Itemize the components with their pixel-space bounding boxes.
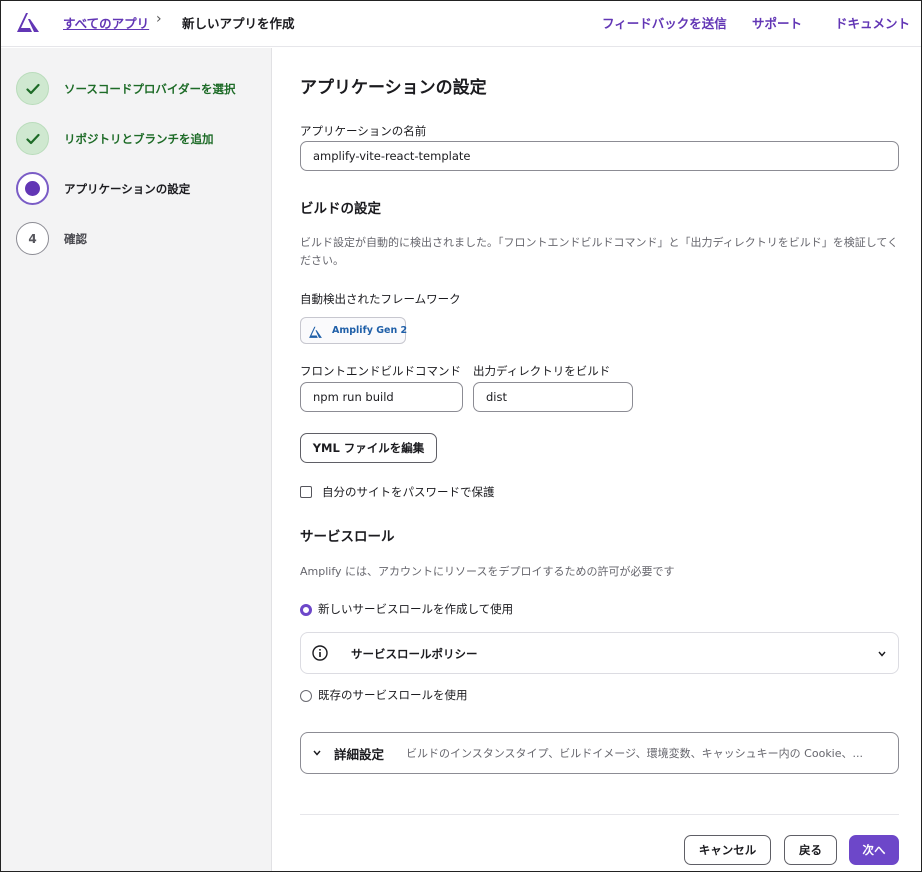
cancel-button[interactable]: キャンセル bbox=[684, 835, 771, 865]
service-role-policy-title: サービスロールポリシー bbox=[351, 647, 478, 661]
support-link[interactable]: サポート bbox=[752, 13, 802, 32]
check-icon bbox=[16, 122, 49, 155]
page-title: アプリケーションの設定 bbox=[300, 78, 487, 98]
feedback-link[interactable]: フィードバックを送信 bbox=[602, 13, 727, 32]
step-number: 4 bbox=[16, 222, 49, 255]
step-label: 確認 bbox=[64, 232, 87, 246]
frontend-command-label: フロントエンドビルドコマンド bbox=[300, 364, 461, 378]
next-button[interactable]: 次へ bbox=[849, 835, 899, 865]
breadcrumb-all-apps[interactable]: すべてのアプリ bbox=[63, 13, 149, 32]
back-button[interactable]: 戻る bbox=[784, 835, 837, 865]
advanced-settings-description: ビルドのインスタンスタイプ、ビルドイメージ、環境変数、キャッシュキー内の Coo… bbox=[406, 747, 863, 760]
frontend-command-input[interactable] bbox=[300, 382, 463, 412]
app-name-label: アプリケーションの名前 bbox=[300, 124, 427, 138]
advanced-settings-expander[interactable]: 詳細設定 ビルドのインスタンスタイプ、ビルドイメージ、環境変数、キャッシュキー内… bbox=[300, 732, 899, 774]
footer-divider bbox=[300, 814, 899, 815]
service-role-title: サービスロール bbox=[300, 529, 395, 545]
service-role-description: Amplify には、アカウントにリソースをデプロイするための許可が必要です bbox=[300, 565, 675, 578]
password-protect-label: 自分のサイトをパスワードで保護 bbox=[322, 485, 495, 499]
wizard-steps-sidebar: ソースコードプロバイダーを選択 リポジトリとブランチを追加 アプリケーションの設… bbox=[1, 48, 272, 871]
chevron-down-icon bbox=[313, 750, 321, 756]
step-source-provider[interactable]: ソースコードプロバイダーを選択 bbox=[16, 72, 266, 106]
edit-yml-button[interactable]: YML ファイルを編集 bbox=[300, 433, 437, 463]
current-step-icon bbox=[16, 172, 49, 205]
main-content: アプリケーションの設定 アプリケーションの名前 ビルドの設定 ビルド設定が自動的… bbox=[273, 48, 921, 871]
framework-label: 自動検出されたフレームワーク bbox=[300, 292, 461, 306]
app-name-input[interactable] bbox=[300, 141, 899, 171]
output-directory-label: 出力ディレクトリをビルド bbox=[473, 364, 611, 378]
step-label: アプリケーションの設定 bbox=[64, 182, 191, 196]
top-header: すべてのアプリ › 新しいアプリを作成 フィードバックを送信 サポート ドキュメ… bbox=[1, 1, 921, 47]
new-service-role-label: 新しいサービスロールを作成して使用 bbox=[318, 602, 514, 616]
amplify-logo-icon[interactable] bbox=[15, 10, 41, 34]
step-app-settings: アプリケーションの設定 bbox=[16, 172, 266, 206]
check-icon bbox=[16, 72, 49, 105]
step-label: リポジトリとブランチを追加 bbox=[64, 132, 214, 146]
step-label: ソースコードプロバイダーを選択 bbox=[64, 82, 236, 96]
breadcrumb-chevron-icon: › bbox=[156, 11, 162, 27]
output-directory-input[interactable] bbox=[473, 382, 633, 412]
breadcrumb-current: 新しいアプリを作成 bbox=[182, 16, 295, 31]
amplify-logo-icon bbox=[309, 326, 322, 338]
new-service-role-radio[interactable] bbox=[300, 604, 312, 616]
framework-name: Amplify Gen 2 bbox=[332, 325, 408, 336]
password-protect-checkbox[interactable] bbox=[300, 486, 312, 498]
framework-badge: Amplify Gen 2 bbox=[300, 317, 408, 344]
step-review: 4 確認 bbox=[16, 222, 266, 256]
build-settings-description: ビルド設定が自動的に検出されました。「フロントエンドビルドコマンド」と「出力ディ… bbox=[300, 236, 899, 267]
existing-service-role-label: 既存のサービスロールを使用 bbox=[318, 688, 468, 702]
app-frame: すべてのアプリ › 新しいアプリを作成 フィードバックを送信 サポート ドキュメ… bbox=[0, 0, 922, 872]
existing-service-role-radio[interactable] bbox=[300, 690, 312, 702]
info-icon bbox=[312, 645, 328, 661]
documentation-link[interactable]: ドキュメント bbox=[835, 13, 910, 32]
service-role-policy-expander[interactable]: サービスロールポリシー bbox=[300, 632, 899, 674]
chevron-down-icon bbox=[878, 651, 886, 657]
build-settings-title: ビルドの設定 bbox=[300, 201, 381, 217]
step-repository-branch[interactable]: リポジトリとブランチを追加 bbox=[16, 122, 266, 156]
advanced-settings-title: 詳細設定 bbox=[334, 747, 385, 762]
